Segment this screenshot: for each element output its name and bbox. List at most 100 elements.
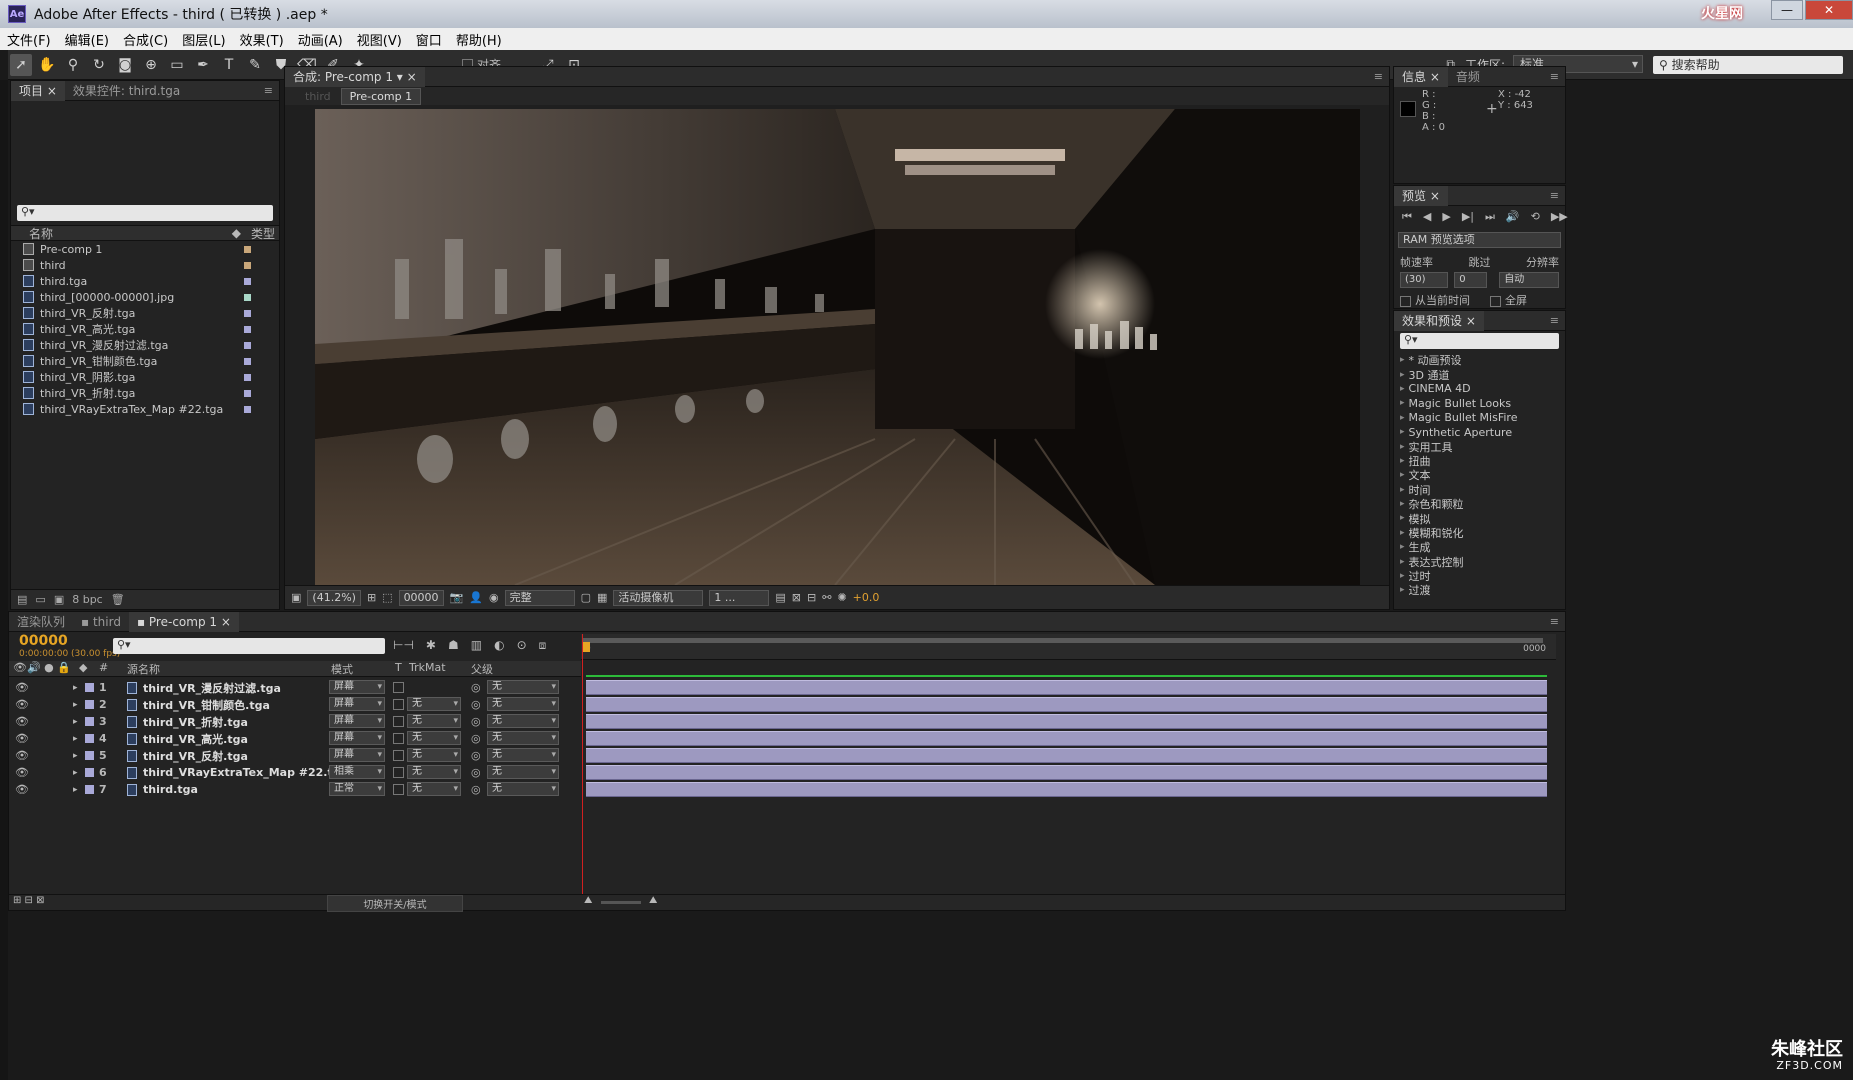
menu-edit[interactable]: 编辑(E) <box>58 30 116 49</box>
prev-frame-icon[interactable]: ◀ <box>1423 210 1431 224</box>
fps-dropdown[interactable]: (30) <box>1400 272 1449 288</box>
toggle-switches-modes[interactable]: 切换开关/模式 <box>327 895 463 912</box>
next-frame-icon[interactable]: ▶| <box>1462 210 1474 224</box>
twirl-icon[interactable]: ▸ <box>73 768 78 778</box>
magnification-dropdown[interactable]: (41.2%) <box>307 589 361 606</box>
effects-category[interactable]: Magic Bullet MisFire <box>1394 411 1565 425</box>
effects-category[interactable]: 文本 <box>1394 468 1565 482</box>
crumb-third[interactable]: third <box>305 90 331 103</box>
layer-duration-bar[interactable] <box>586 731 1547 746</box>
layer-name[interactable]: third_VR_高光.tga <box>143 731 248 747</box>
twirl-icon[interactable]: ▸ <box>73 683 78 693</box>
col-type[interactable]: 类型 <box>251 225 275 242</box>
blend-mode-dropdown[interactable]: 相乘 <box>329 765 385 779</box>
timeline-timecode[interactable]: 00000 <box>19 633 68 649</box>
tab-precomp-1[interactable]: ▪ Pre-comp 1 × <box>128 611 239 632</box>
twirl-icon[interactable]: ▸ <box>73 785 78 795</box>
trash-icon[interactable]: 🗑 <box>111 593 125 606</box>
menu-view[interactable]: 视图(V) <box>350 30 409 49</box>
draft-3d-icon[interactable]: ✱ <box>426 638 436 653</box>
preserve-transparency-checkbox[interactable] <box>393 784 404 795</box>
camera-dropdown[interactable]: 活动摄像机 <box>613 589 704 606</box>
new-comp-icon[interactable]: ▣ <box>54 593 64 606</box>
layer-name[interactable]: third_VR_漫反射过滤.tga <box>143 680 281 696</box>
preserve-transparency-checkbox[interactable] <box>393 716 404 727</box>
eye-icon[interactable]: 👁 <box>15 698 29 711</box>
timeline-icon[interactable]: ⊟ <box>807 591 816 604</box>
first-frame-icon[interactable]: ⏮ <box>1402 210 1412 224</box>
project-item[interactable]: third_VRayExtraTex_Map #22.tga <box>11 401 279 417</box>
project-item[interactable]: third_VR_折射.tga <box>11 385 279 401</box>
panel-menu-icon[interactable]: ≡ <box>1550 615 1559 628</box>
preserve-transparency-checkbox[interactable] <box>393 750 404 761</box>
skip-dropdown[interactable]: 0 <box>1454 272 1488 288</box>
layer-duration-bar[interactable] <box>586 680 1547 695</box>
twirl-icon[interactable]: ▸ <box>73 717 78 727</box>
layer-duration-bar[interactable] <box>586 748 1547 763</box>
parent-dropdown[interactable]: 无 <box>487 782 559 796</box>
layer-row[interactable]: 👁 ▸ 3 third_VR_折射.tga 屏幕 无 ◎ 无 <box>9 713 581 730</box>
transparency-grid-icon[interactable]: ▦ <box>597 591 607 604</box>
play-icon[interactable]: ▶ <box>1442 210 1450 224</box>
project-item[interactable]: third_VR_高光.tga <box>11 321 279 337</box>
menu-help[interactable]: 帮助(H) <box>449 30 509 49</box>
label-color-swatch[interactable] <box>85 717 94 726</box>
camera-tool-icon[interactable]: ◙ <box>114 54 136 76</box>
effects-category[interactable]: CINEMA 4D <box>1394 382 1565 396</box>
new-folder-icon[interactable]: ▭ <box>35 593 45 606</box>
selection-tool-icon[interactable]: ➚ <box>10 53 32 76</box>
toggle-pixel-aspect-icon[interactable]: ▤ <box>775 591 785 604</box>
label-color-swatch[interactable] <box>85 751 94 760</box>
effects-category[interactable]: * 动画预设 <box>1394 353 1565 367</box>
current-time-field[interactable]: 00000 <box>398 589 444 606</box>
panel-menu-icon[interactable]: ≡ <box>1550 189 1559 202</box>
tab-composition[interactable]: 合成: Pre-comp 1 ▾ × <box>285 66 425 87</box>
parent-pickwhip-icon[interactable]: ◎ <box>471 766 481 779</box>
graph-editor-icon[interactable]: ⊙ <box>517 638 527 653</box>
panel-menu-icon[interactable]: ≡ <box>264 84 273 97</box>
zoom-slider[interactable] <box>601 901 641 904</box>
label-col-icon[interactable]: ◆ <box>232 226 241 240</box>
label-color-swatch[interactable] <box>85 683 94 692</box>
resolution-dropdown[interactable]: 完整 <box>504 589 575 606</box>
zoom-out-icon[interactable]: ⛰ <box>584 895 592 906</box>
layer-row[interactable]: 👁 ▸ 2 third_VR_钳制颜色.tga 屏幕 无 ◎ 无 <box>9 696 581 713</box>
interpret-footage-icon[interactable]: ▤ <box>17 593 27 606</box>
preserve-transparency-checkbox[interactable] <box>393 699 404 710</box>
menu-window[interactable]: 窗口 <box>409 30 449 49</box>
zoom-in-icon[interactable]: ⛰ <box>649 895 657 906</box>
tab-audio[interactable]: 音频 <box>1448 67 1488 87</box>
layer-duration-bar[interactable] <box>586 697 1547 712</box>
eye-icon[interactable]: 👁 <box>15 766 29 779</box>
eye-icon[interactable]: 👁 <box>15 732 29 745</box>
hand-tool-icon[interactable]: ✋ <box>36 54 58 76</box>
label-color-swatch[interactable] <box>244 309 251 317</box>
preserve-transparency-checkbox[interactable] <box>393 733 404 744</box>
panel-menu-icon[interactable]: ≡ <box>1550 314 1559 327</box>
blend-mode-dropdown[interactable]: 屏幕 <box>329 731 385 745</box>
layer-row[interactable]: 👁 ▸ 4 third_VR_高光.tga 屏幕 无 ◎ 无 <box>9 730 581 747</box>
last-frame-icon[interactable]: ⏭ <box>1485 210 1495 224</box>
layer-row[interactable]: 👁 ▸ 6 third_VRayExtraTex_Map #22.tga相乘 无 ◎ 无 <box>9 764 581 781</box>
eye-icon[interactable]: 👁 <box>15 783 29 796</box>
minimize-button[interactable]: — <box>1771 0 1803 20</box>
project-item[interactable]: third_VR_阴影.tga <box>11 369 279 385</box>
trkmat-dropdown[interactable]: 无 <box>407 714 461 728</box>
twirl-icon[interactable]: ▸ <box>73 734 78 744</box>
label-color-swatch[interactable] <box>85 734 94 743</box>
parent-dropdown[interactable]: 无 <box>487 697 559 711</box>
effects-category[interactable]: 扭曲 <box>1394 454 1565 468</box>
comp-mini-flowchart-icon[interactable]: ⊢⊣ <box>393 638 414 653</box>
time-ruler[interactable]: 0 0000 <box>581 634 1556 660</box>
project-item[interactable]: third_VR_钳制颜色.tga <box>11 353 279 369</box>
rectangle-tool-icon[interactable]: ▭ <box>166 54 188 76</box>
project-item[interactable]: third_VR_漫反射过滤.tga <box>11 337 279 353</box>
label-color-swatch[interactable] <box>244 389 251 397</box>
menu-composition[interactable]: 合成(C) <box>116 30 175 49</box>
parent-dropdown[interactable]: 无 <box>487 680 559 694</box>
effects-category[interactable]: 杂色和颗粒 <box>1394 497 1565 511</box>
pan-behind-tool-icon[interactable]: ⊕ <box>140 54 162 76</box>
project-search-input[interactable]: ⚲▾ <box>17 205 273 221</box>
trkmat-dropdown[interactable]: 无 <box>407 748 461 762</box>
always-preview-icon[interactable]: ▣ <box>291 591 301 604</box>
